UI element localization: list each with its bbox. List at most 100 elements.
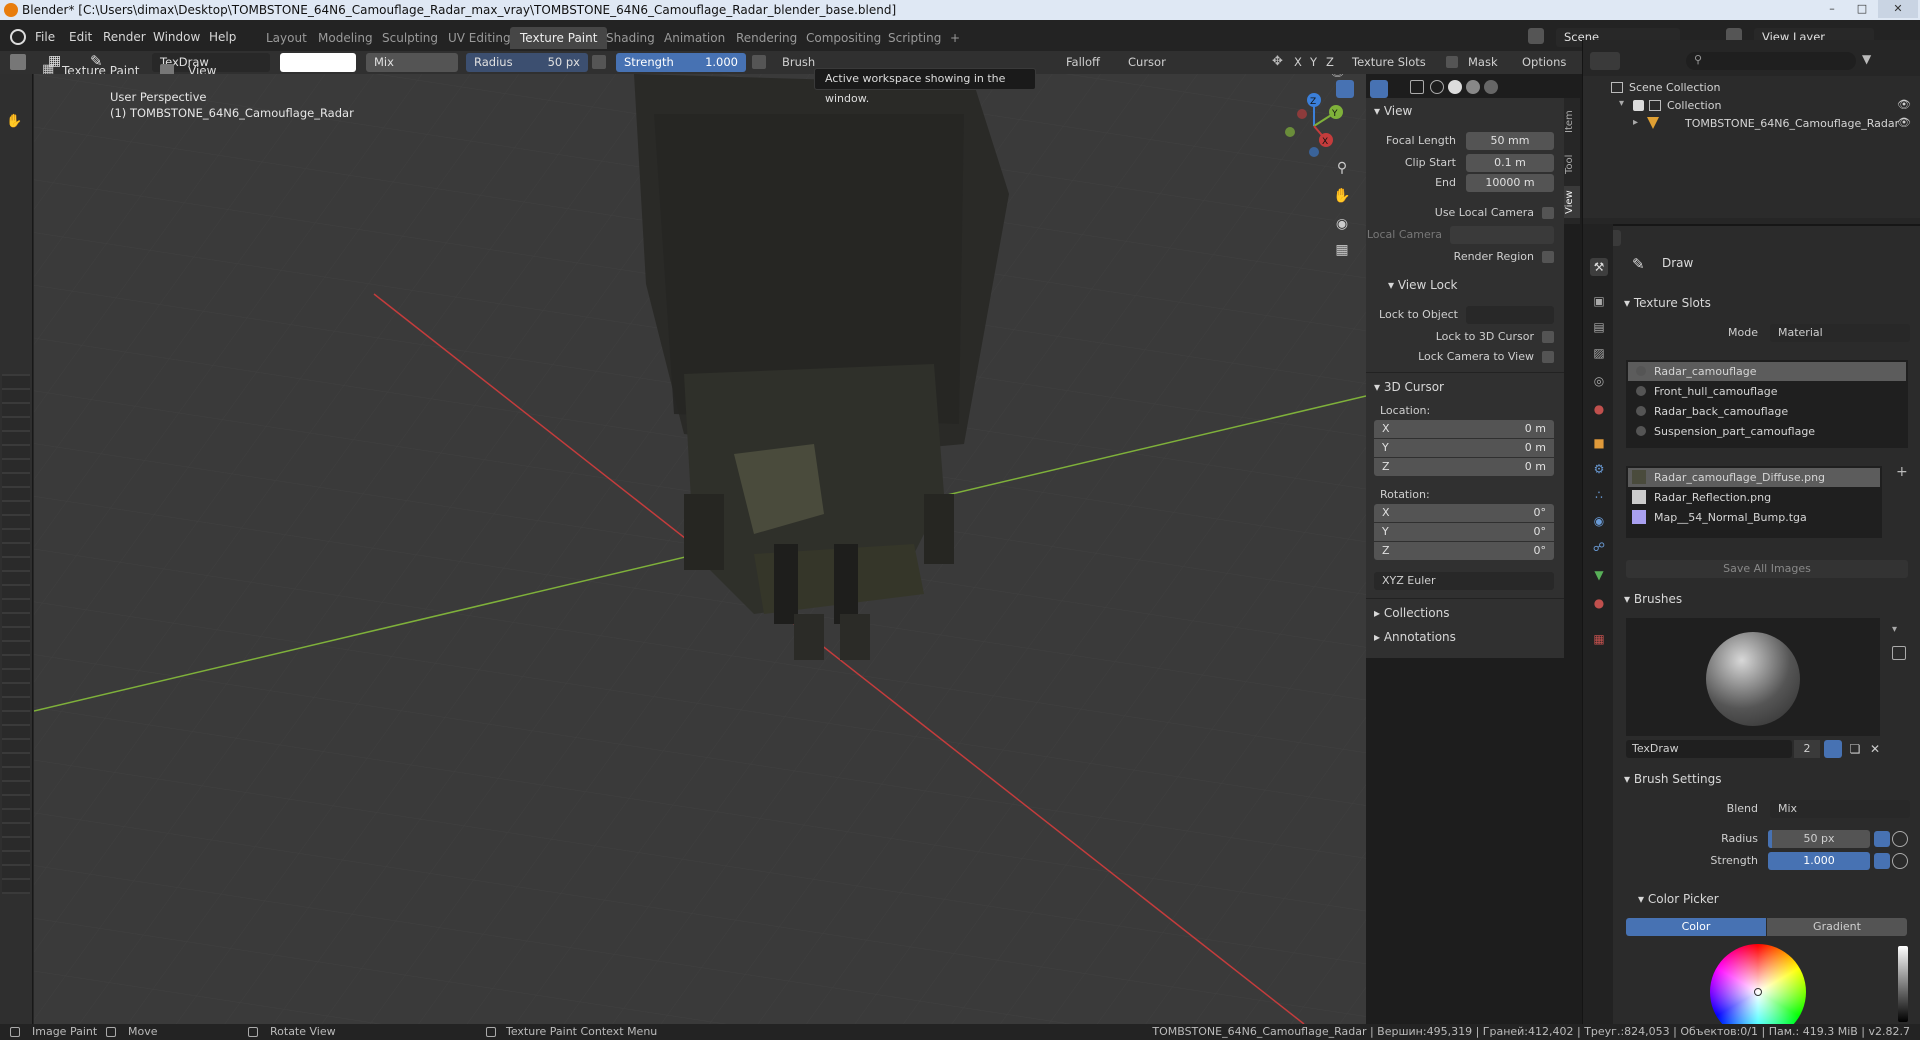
collections-header[interactable]: ▸ Collections bbox=[1374, 602, 1449, 624]
ortho-grid-icon[interactable]: ▦ bbox=[1332, 242, 1352, 262]
gradient-tab[interactable]: Gradient bbox=[1767, 918, 1907, 936]
color-picker-header[interactable]: ▾ Color Picker bbox=[1638, 888, 1719, 910]
list-item[interactable]: Front_hull_camouflage bbox=[1628, 382, 1906, 401]
location-y-field[interactable]: Y 0 m bbox=[1374, 439, 1554, 457]
lock-camera-to-view-checkbox[interactable] bbox=[1542, 351, 1554, 363]
rotation-mode-dropdown[interactable]: XYZ Euler bbox=[1374, 572, 1554, 590]
mask-checkbox[interactable] bbox=[1446, 56, 1458, 68]
outliner-scene-collection[interactable]: Scene Collection bbox=[1583, 78, 1919, 97]
constraints-tab-icon[interactable]: ☍ bbox=[1590, 538, 1608, 556]
tab-compositing[interactable]: Compositing bbox=[796, 27, 891, 49]
fake-user-shield-icon[interactable] bbox=[1824, 740, 1842, 758]
scene-icon[interactable] bbox=[1528, 28, 1544, 44]
list-item[interactable]: Radar_Reflection.png bbox=[1628, 488, 1880, 507]
save-all-images-button[interactable]: Save All Images bbox=[1626, 560, 1908, 578]
radius-field[interactable]: 50 px bbox=[1768, 830, 1870, 848]
list-item[interactable]: Suspension_part_camouflage bbox=[1628, 422, 1906, 441]
tab-uv-editing[interactable]: UV Editing bbox=[438, 27, 521, 49]
brush-users-count[interactable]: 2 bbox=[1794, 740, 1820, 758]
value-slider[interactable] bbox=[1898, 946, 1908, 1022]
blend-dropdown[interactable]: Mix bbox=[366, 53, 458, 72]
strength-unit-icon[interactable] bbox=[1892, 853, 1908, 869]
texture-slots-header[interactable]: ▾ Texture Slots bbox=[1624, 292, 1711, 314]
render-region-checkbox[interactable] bbox=[1542, 251, 1554, 263]
brushes-header[interactable]: ▾ Brushes bbox=[1624, 588, 1682, 610]
use-local-camera-checkbox[interactable] bbox=[1542, 207, 1554, 219]
minimize-button[interactable]: – bbox=[1818, 0, 1846, 18]
blend-dropdown[interactable]: Mix bbox=[1770, 800, 1910, 818]
maximize-button[interactable]: □ bbox=[1848, 0, 1876, 18]
view-section-header[interactable]: ▾ View bbox=[1374, 100, 1412, 122]
radius-unit-icon[interactable] bbox=[1892, 831, 1908, 847]
particles-tab-icon[interactable]: ∴ bbox=[1590, 486, 1608, 504]
close-button[interactable]: ✕ bbox=[1878, 0, 1918, 18]
view-lock-header[interactable]: ▾ View Lock bbox=[1388, 274, 1458, 296]
clip-end-field[interactable]: 10000 m bbox=[1466, 174, 1554, 192]
lock-3d-cursor-checkbox[interactable] bbox=[1542, 331, 1554, 343]
visibility-eye-icon[interactable]: 👁 bbox=[1897, 98, 1911, 111]
pan-hand-icon[interactable]: ✋ bbox=[1332, 188, 1352, 208]
material-shading-icon[interactable] bbox=[1466, 80, 1480, 94]
rotation-y-field[interactable]: Y 0° bbox=[1374, 523, 1554, 541]
options-menu[interactable]: Options bbox=[1516, 53, 1572, 72]
hand-pan-icon[interactable]: ✋ bbox=[6, 114, 26, 134]
slot-mode-dropdown[interactable]: Material bbox=[1770, 324, 1910, 342]
strength-pressure-icon[interactable] bbox=[752, 55, 766, 69]
gizmo-toggle-icon[interactable] bbox=[1336, 80, 1354, 98]
brush-preview-area[interactable] bbox=[1626, 618, 1880, 736]
radius-pressure-icon[interactable] bbox=[592, 55, 606, 69]
blender-menu-icon[interactable] bbox=[10, 29, 26, 45]
falloff-menu[interactable]: Falloff bbox=[1060, 53, 1106, 72]
world-tab-icon[interactable]: ● bbox=[1590, 400, 1608, 418]
chevron-down-icon[interactable]: ▾ bbox=[1892, 624, 1897, 635]
symmetry-icon[interactable]: ✥ bbox=[1272, 54, 1288, 70]
menu-edit[interactable]: Edit bbox=[62, 26, 99, 48]
outliner-editor-type-icon[interactable] bbox=[1590, 52, 1620, 70]
location-z-field[interactable]: Z 0 m bbox=[1374, 458, 1554, 476]
lock-to-object-field[interactable] bbox=[1466, 306, 1554, 324]
filter-icon[interactable]: ▼ bbox=[1862, 52, 1871, 66]
menu-file[interactable]: File bbox=[28, 26, 62, 48]
location-x-field[interactable]: X 0 m bbox=[1374, 420, 1554, 438]
list-item[interactable]: Map__54_Normal_Bump.tga bbox=[1628, 508, 1880, 527]
render-tab-icon[interactable]: ▣ bbox=[1590, 292, 1608, 310]
view-layer-tab-icon[interactable]: ▨ bbox=[1590, 344, 1608, 362]
brush-name-field[interactable]: TexDraw bbox=[1626, 740, 1792, 758]
texture-slots-menu[interactable]: Texture Slots bbox=[1346, 53, 1432, 72]
outliner-object[interactable]: TOMBSTONE_64N6_Camouflage_Radar bbox=[1659, 114, 1899, 133]
rendered-shading-icon[interactable] bbox=[1484, 80, 1498, 94]
tab-texture-paint[interactable]: Texture Paint bbox=[510, 27, 608, 49]
visibility-eye-icon[interactable]: 👁 bbox=[1897, 116, 1911, 129]
strength-field[interactable]: 1.000 bbox=[1768, 852, 1870, 870]
focal-length-field[interactable]: 50 mm bbox=[1466, 132, 1554, 150]
data-tab-icon[interactable]: ▼ bbox=[1590, 566, 1608, 584]
zoom-icon[interactable]: ⚲ bbox=[1332, 160, 1352, 180]
texture-tab-icon[interactable]: ▦ bbox=[1590, 630, 1608, 648]
add-workspace-button[interactable]: + bbox=[940, 27, 970, 49]
tab-item[interactable]: Item bbox=[1564, 106, 1580, 138]
duplicate-brush-icon[interactable]: ❏ bbox=[1846, 740, 1864, 758]
rotation-x-field[interactable]: X 0° bbox=[1374, 504, 1554, 522]
brush-color-swatch[interactable] bbox=[280, 53, 356, 72]
brush-image-icon[interactable] bbox=[1892, 646, 1906, 660]
solid-shading-icon[interactable] bbox=[1448, 80, 1462, 94]
mask-menu[interactable]: Mask bbox=[1462, 53, 1504, 72]
tab-tool[interactable]: Tool bbox=[1564, 148, 1580, 180]
unlink-brush-icon[interactable]: ✕ bbox=[1866, 740, 1884, 758]
editor-type-icon[interactable] bbox=[10, 54, 26, 70]
physics-tab-icon[interactable]: ◉ bbox=[1590, 512, 1608, 530]
tab-view[interactable]: View bbox=[1564, 186, 1580, 218]
output-tab-icon[interactable]: ▤ bbox=[1590, 318, 1608, 336]
scene-tab-icon[interactable]: ◎ bbox=[1590, 372, 1608, 390]
wireframe-shading-icon[interactable] bbox=[1430, 80, 1444, 94]
annotations-header[interactable]: ▸ Annotations bbox=[1374, 626, 1456, 648]
color-picker-handle[interactable] bbox=[1754, 988, 1762, 996]
radius-field[interactable]: Radius 50 px bbox=[466, 53, 588, 72]
cursor-menu[interactable]: Cursor bbox=[1122, 53, 1172, 72]
collapse-arrow-icon[interactable]: ▾ bbox=[1619, 98, 1624, 109]
outliner-search-input[interactable]: ⚲ bbox=[1686, 52, 1856, 70]
camera-view-icon[interactable]: ◉ bbox=[1332, 216, 1352, 236]
rotation-z-field[interactable]: Z 0° bbox=[1374, 542, 1554, 560]
list-item[interactable]: Radar_back_camouflage bbox=[1628, 402, 1906, 421]
color-tab[interactable]: Color bbox=[1626, 918, 1766, 936]
